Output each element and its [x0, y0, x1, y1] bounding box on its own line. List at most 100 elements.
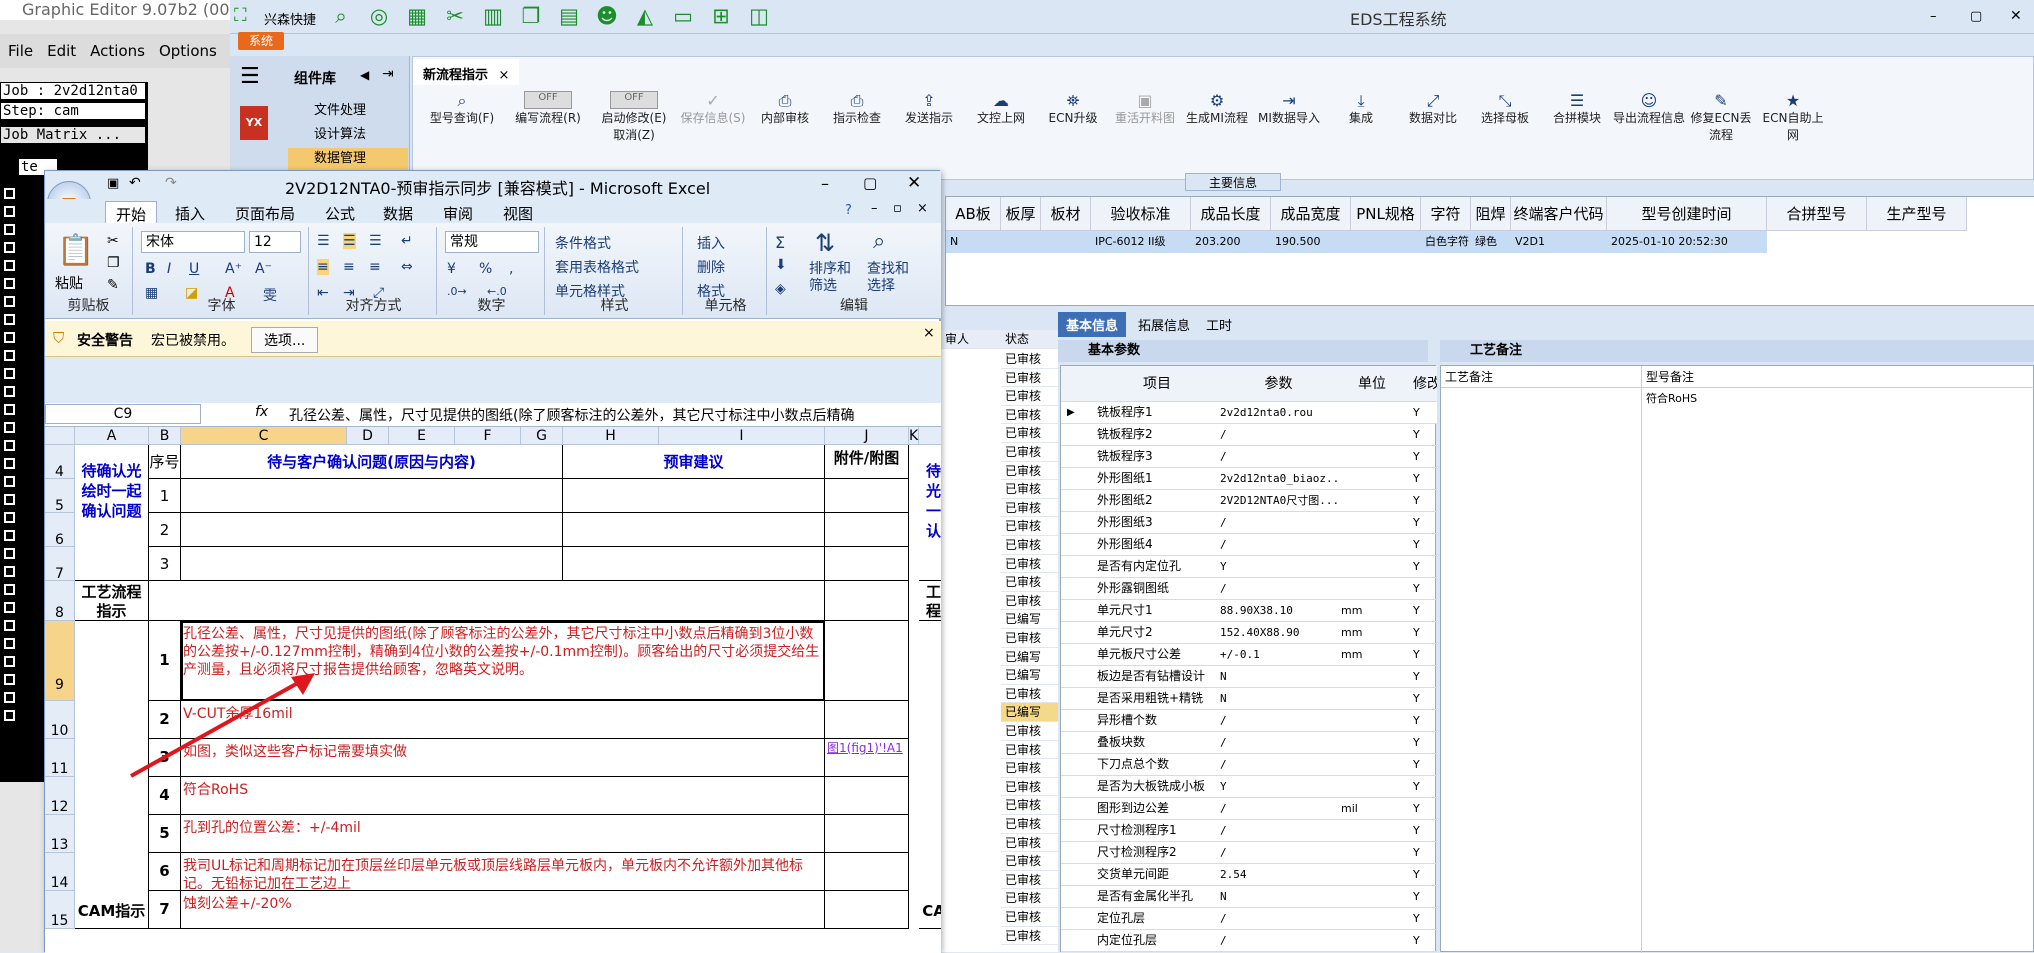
status-value[interactable]: 已编写 — [1001, 648, 1059, 667]
param-value[interactable]: / — [1217, 820, 1337, 841]
status-value[interactable]: 已审核 — [1001, 741, 1059, 760]
process-label-repeat[interactable]: 工艺流程指示 — [919, 581, 941, 621]
layer-checkbox[interactable] — [4, 260, 15, 271]
menu-edit[interactable]: Edit — [39, 34, 82, 60]
param-value[interactable]: / — [1217, 798, 1337, 819]
param-modify[interactable]: Y — [1403, 402, 1437, 423]
tab-extended-info[interactable]: 拓展信息 — [1130, 312, 1198, 337]
param-value[interactable]: / — [1217, 446, 1337, 467]
minimize-button[interactable]: – — [821, 174, 829, 193]
layer-checkbox[interactable] — [4, 692, 15, 703]
cam-label-repeat[interactable]: CAM指示 — [919, 621, 941, 929]
cam-seq-cell[interactable]: 7 — [149, 891, 181, 929]
grid-column-header[interactable]: 验收标准 — [1091, 197, 1191, 231]
nav-item-file[interactable]: 文件处理 — [288, 100, 408, 122]
layer-checkbox[interactable] — [4, 530, 15, 541]
layer-checkbox[interactable] — [4, 368, 15, 379]
grid-column-header[interactable]: AB板 — [946, 197, 1001, 231]
param-row[interactable]: 是否有内定位孔 Y Y — [1061, 556, 1437, 578]
ribbon-restore-icon[interactable]: ▫ — [893, 201, 902, 216]
status-value[interactable]: 已审核 — [1001, 592, 1059, 611]
menu-options[interactable]: Options — [151, 34, 223, 60]
param-modify[interactable]: Y — [1403, 754, 1437, 775]
status-value[interactable]: 已审核 — [1001, 350, 1059, 369]
paste-button[interactable]: 粘贴 — [55, 273, 83, 293]
param-header[interactable]: 修改 — [1403, 366, 1437, 402]
scissors-icon[interactable]: ✂ — [443, 4, 467, 28]
param-modify[interactable]: Y — [1403, 490, 1437, 511]
grid-column-header[interactable]: 成品长度 — [1191, 197, 1271, 231]
cam-attach-cell[interactable] — [825, 891, 909, 929]
layer-checkbox[interactable] — [4, 548, 15, 559]
align-middle-icon[interactable]: ☰ — [343, 233, 356, 249]
ribbon-button[interactable]: ⤢ 数据对比 — [1397, 91, 1469, 126]
seq-header[interactable]: 序号 — [149, 445, 181, 479]
column-header[interactable]: B — [149, 427, 181, 445]
status-value[interactable]: 已审核 — [1001, 517, 1059, 536]
seq-cell[interactable]: 2 — [149, 513, 181, 547]
param-row[interactable]: 单元尺寸1 88.90X38.10 mm Y — [1061, 600, 1437, 622]
layer-checkbox[interactable] — [4, 206, 15, 217]
param-modify[interactable]: Y — [1403, 534, 1437, 555]
cam-issue-cell[interactable]: 蚀刻公差+/-20% — [181, 891, 825, 929]
undo-icon[interactable]: ↶ — [129, 175, 141, 191]
column-header[interactable]: A — [75, 427, 149, 445]
param-modify[interactable]: Y — [1403, 578, 1437, 599]
layer-checkbox[interactable] — [4, 512, 15, 523]
status-value[interactable]: 已审核 — [1001, 759, 1059, 778]
tab-close-icon[interactable]: × — [493, 68, 510, 83]
issue-header[interactable]: 待与客户确认问题(原因与内容) — [181, 445, 563, 479]
status-value[interactable]: 已编写 — [1001, 610, 1059, 629]
column-header[interactable]: H — [563, 427, 659, 445]
ribbon-button[interactable]: ☺ 导出流程信息 — [1613, 91, 1685, 126]
ribbon-button[interactable]: ⤡ 选择母板 — [1469, 91, 1541, 126]
suggest-cell[interactable] — [563, 513, 825, 547]
ribbon-button[interactable]: ⤓ 集成 — [1325, 91, 1397, 126]
param-row[interactable]: 外形图纸2 2V2D12NTA0尺寸图... Y — [1061, 490, 1437, 512]
close-button[interactable]: ✕ — [907, 173, 921, 193]
align-top-icon[interactable]: ☰ — [317, 233, 330, 249]
layer-checkbox[interactable] — [4, 566, 15, 577]
cam-attach-cell[interactable] — [825, 853, 909, 891]
param-row[interactable]: 定位孔层 / Y — [1061, 908, 1437, 930]
ribbon-button[interactable]: ⛯ ECN升级 — [1037, 91, 1109, 126]
system-tab[interactable]: 系统 — [238, 32, 284, 50]
row-header[interactable]: 12 — [45, 777, 75, 815]
issue-cell[interactable] — [181, 513, 563, 547]
grid-column-header[interactable]: 终端客户代码 — [1511, 197, 1607, 231]
ribbon-button[interactable]: OFF 编写流程(R) — [505, 91, 591, 126]
row-header[interactable]: 6 — [45, 513, 75, 548]
ribbon-button[interactable]: ⌕ 型号查询(F) — [419, 91, 505, 126]
param-value[interactable]: N — [1217, 666, 1337, 687]
status-value[interactable]: 已审核 — [1001, 778, 1059, 797]
param-row[interactable]: ▶ 铣板程序1 2v2d12nta0.rou Y — [1061, 402, 1437, 424]
status-value[interactable]: 已编写 — [1001, 703, 1059, 722]
param-modify[interactable]: Y — [1403, 666, 1437, 687]
param-modify[interactable]: Y — [1403, 732, 1437, 753]
comma-icon[interactable]: , — [509, 261, 513, 277]
param-value[interactable]: / — [1217, 534, 1337, 555]
cam-attach-cell[interactable] — [825, 777, 909, 815]
param-modify[interactable]: Y — [1403, 710, 1437, 731]
param-modify[interactable]: Y — [1403, 424, 1437, 445]
layer-checkbox[interactable] — [4, 332, 15, 343]
pending-label-repeat[interactable]: 待确认光绘时一起确认问题 — [919, 445, 941, 581]
process-label[interactable]: 工艺流程指示 — [75, 581, 149, 621]
shrink-font-icon[interactable]: A⁻ — [255, 261, 272, 277]
param-row[interactable]: 单元板尺寸公差 +/-0.1 mm Y — [1061, 644, 1437, 666]
cam-attach-cell[interactable] — [825, 815, 909, 853]
layer-checkbox[interactable] — [4, 386, 15, 397]
lifebuoy-icon[interactable]: ◎ — [367, 4, 391, 28]
layer-checkbox[interactable] — [4, 278, 15, 289]
grid-icon[interactable]: ▤ — [557, 4, 581, 28]
param-modify[interactable]: Y — [1403, 512, 1437, 533]
function-icon[interactable]: fx — [255, 404, 268, 420]
windows-icon[interactable]: ⊞ — [709, 4, 733, 28]
row-header[interactable]: 4 — [45, 445, 75, 480]
row-header[interactable]: 8 — [45, 581, 75, 621]
copy-icon[interactable]: ❐ — [107, 255, 120, 271]
help-icon[interactable]: ? — [845, 203, 852, 218]
param-modify[interactable]: Y — [1403, 776, 1437, 797]
layer-checkbox[interactable] — [4, 296, 15, 307]
close-button[interactable]: ✕ — [2010, 8, 2022, 24]
